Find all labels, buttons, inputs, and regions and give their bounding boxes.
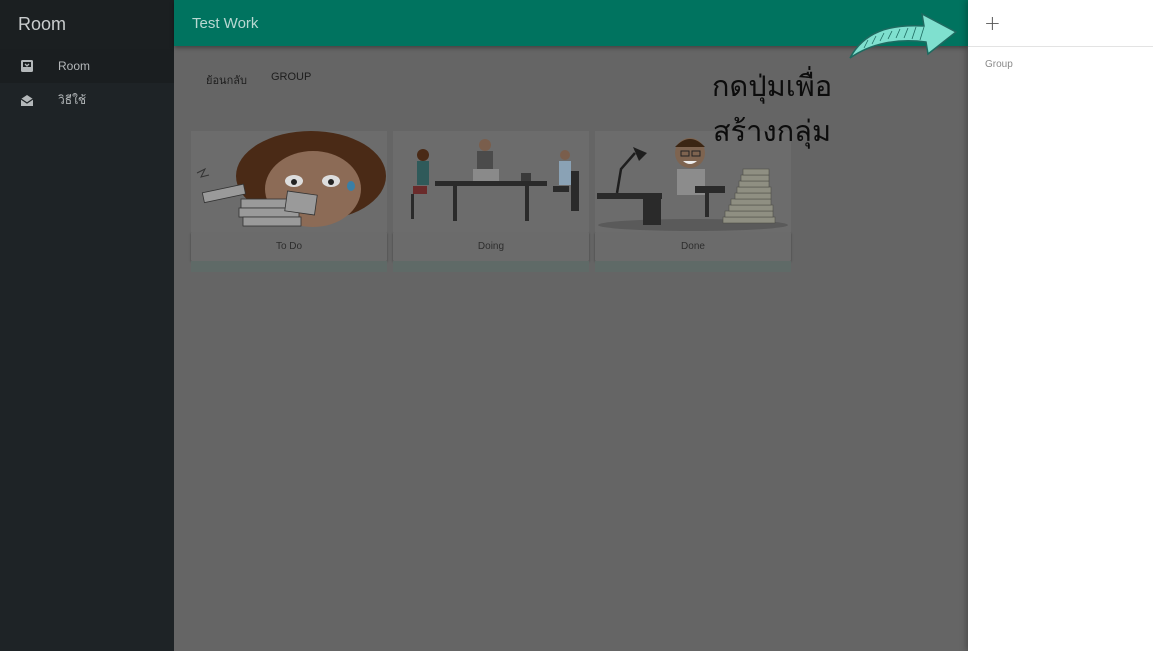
sidebar-title: Room (0, 0, 174, 49)
board-cards: To Do Doing Done (191, 131, 791, 272)
card-label: Doing (393, 232, 589, 261)
sidebar-item-label: Room (58, 59, 91, 73)
sidebar: Room Room วิธีใช้ (0, 0, 174, 651)
card-shadow (393, 261, 589, 272)
right-drawer: + Group (968, 0, 1153, 651)
card-shadow (191, 261, 387, 272)
inbox-icon (20, 59, 34, 73)
sub-navigation: ย้อนกลับ GROUP (206, 71, 311, 89)
add-group-button[interactable]: + (984, 13, 1001, 33)
group-link[interactable]: GROUP (271, 71, 311, 89)
curved-arrow-icon (844, 2, 964, 64)
sidebar-item-howto[interactable]: วิธีใช้ (0, 83, 174, 117)
sidebar-item-label: วิธีใช้ (58, 92, 87, 107)
card-todo[interactable]: To Do (191, 131, 387, 272)
drawer-item-group[interactable]: Group (985, 59, 1136, 70)
hint-line-2: สร้างกลุ่ม (712, 114, 832, 148)
card-doing[interactable]: Doing (393, 131, 589, 272)
envelope-open-icon (20, 93, 34, 107)
hint-text: กดปุ่มเพื่อ สร้างกลุ่ม (702, 64, 842, 154)
main-content: Test Work ย้อนกลับ GROUP To Do Doing Don… (174, 0, 968, 651)
drawer-list: Group (968, 47, 1153, 82)
stressed-woman-image (191, 131, 387, 232)
card-label: To Do (191, 232, 387, 261)
page-title: Test Work (192, 14, 259, 32)
drawer-header: + (968, 0, 1153, 47)
card-label: Done (595, 232, 791, 261)
sidebar-item-room[interactable]: Room (0, 49, 174, 83)
hint-line-1: กดปุ่มเพื่อ (711, 69, 833, 103)
back-link[interactable]: ย้อนกลับ (206, 71, 247, 89)
card-shadow (595, 261, 791, 272)
office-meeting-image (393, 131, 589, 232)
